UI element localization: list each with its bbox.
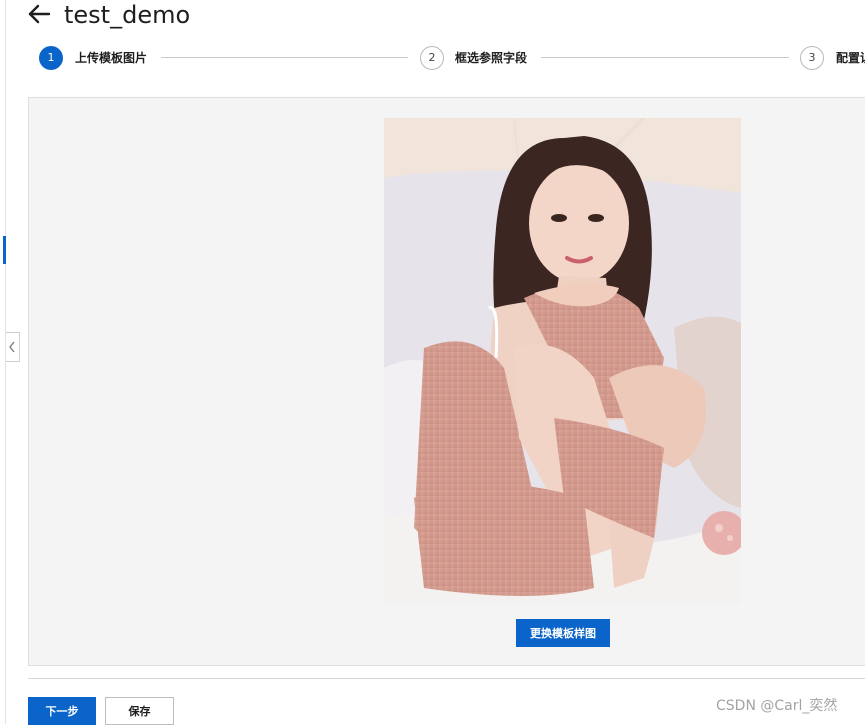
left-rail bbox=[0, 0, 6, 724]
step-connector bbox=[541, 57, 789, 58]
page-title: test_demo bbox=[64, 1, 191, 29]
template-preview-panel: 更换模板样图 bbox=[28, 97, 865, 666]
footer-divider bbox=[28, 678, 865, 679]
step-connector bbox=[161, 57, 408, 58]
step-1-label: 上传模板图片 bbox=[75, 51, 148, 65]
step-1-number: 1 bbox=[39, 46, 63, 70]
next-step-button[interactable]: 下一步 bbox=[28, 697, 96, 725]
template-photo bbox=[384, 118, 741, 604]
step-2-label: 框选参照字段 bbox=[455, 51, 528, 65]
save-button[interactable]: 保存 bbox=[105, 697, 174, 725]
replace-template-button[interactable]: 更换模板样图 bbox=[516, 619, 610, 647]
sidebar-collapse-toggle[interactable] bbox=[6, 332, 20, 362]
step-3-number[interactable]: 3 bbox=[800, 46, 824, 70]
progress-steps: 1 上传模板图片 2 框选参照字段 3 配置识 bbox=[39, 46, 865, 72]
back-arrow-icon[interactable] bbox=[27, 3, 51, 25]
watermark-text: CSDN @Carl_奕然 bbox=[716, 698, 838, 714]
chevron-left-icon bbox=[9, 341, 15, 353]
step-3-label: 配置识 bbox=[836, 51, 865, 65]
active-nav-indicator bbox=[3, 236, 6, 264]
step-2-number[interactable]: 2 bbox=[420, 46, 444, 70]
template-image bbox=[384, 118, 741, 604]
